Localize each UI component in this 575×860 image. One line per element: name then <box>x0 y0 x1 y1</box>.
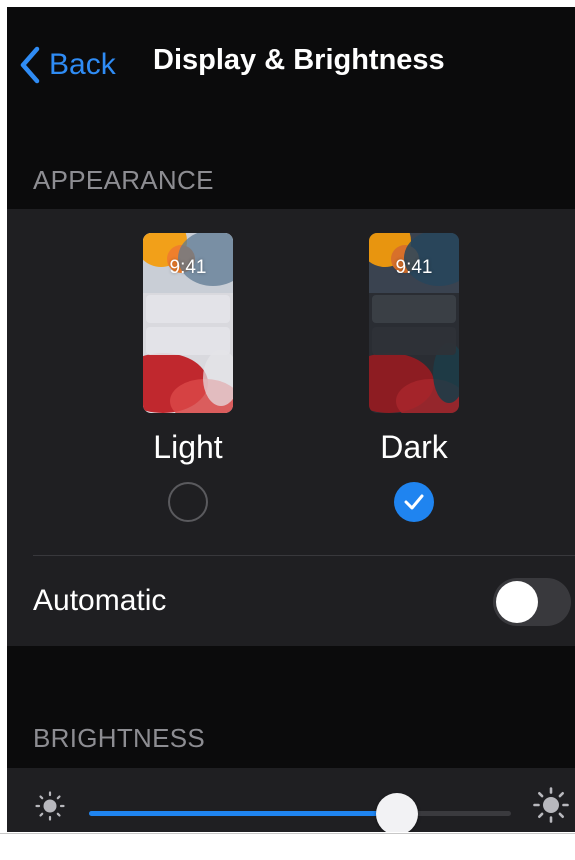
preview-time: 9:41 <box>395 257 433 278</box>
preview-notification <box>146 327 230 355</box>
appearance-option-dark[interactable]: 9:41 Dark <box>349 233 479 522</box>
slider-fill <box>89 811 397 816</box>
toggle-knob <box>496 581 538 623</box>
automatic-row: Automatic <box>7 556 575 646</box>
preview-notification <box>372 327 456 355</box>
back-label: Back <box>49 48 116 81</box>
brightness-slider[interactable] <box>89 784 511 832</box>
preview-notification <box>372 295 456 323</box>
brightness-card <box>7 768 575 832</box>
slider-thumb[interactable] <box>376 793 418 832</box>
automatic-toggle[interactable] <box>493 578 571 626</box>
appearance-card: 9:41 Light 9:41 Dark Automatic <box>7 209 575 646</box>
sun-large-icon <box>533 787 569 823</box>
chevron-left-icon <box>20 46 40 84</box>
page-border-line <box>0 833 575 834</box>
sun-small-icon <box>35 791 65 821</box>
appearance-section-header: APPEARANCE <box>33 165 214 195</box>
back-button[interactable]: Back <box>19 43 116 87</box>
dark-radio-button[interactable] <box>394 482 434 522</box>
appearance-option-label: Light <box>153 429 223 465</box>
checkmark-icon <box>404 494 424 510</box>
dark-mode-preview: 9:41 <box>369 233 459 413</box>
preview-time: 9:41 <box>169 257 207 278</box>
preview-notification <box>146 295 230 323</box>
navigation-bar: Back Display & Brightness <box>7 7 575 117</box>
light-mode-preview: 9:41 <box>143 233 233 413</box>
light-radio-button[interactable] <box>168 482 208 522</box>
brightness-section-header: BRIGHTNESS <box>33 723 206 753</box>
page-title: Display & Brightness <box>153 44 445 76</box>
automatic-label: Automatic <box>33 584 167 617</box>
settings-screen: Back Display & Brightness APPEARANCE 9:4… <box>7 7 575 832</box>
appearance-option-light[interactable]: 9:41 Light <box>123 233 253 522</box>
appearance-option-label: Dark <box>380 429 448 465</box>
